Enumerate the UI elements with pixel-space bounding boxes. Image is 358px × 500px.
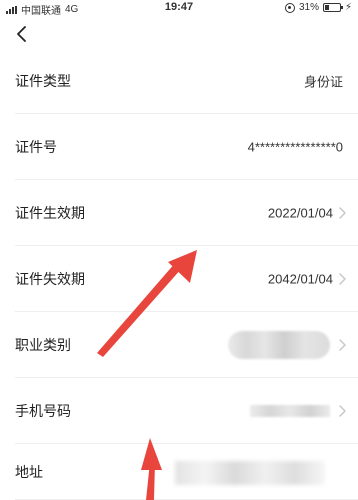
address-value-redacted	[175, 461, 325, 485]
chevron-right-icon	[339, 405, 346, 417]
id-type-label: 证件类型	[15, 73, 71, 89]
id-type-value: 身份证	[303, 74, 343, 90]
id-valid-from-value: 2022/01/04	[267, 205, 333, 221]
id-number-label: 证件号	[15, 139, 57, 155]
battery-percent: 31%	[298, 2, 319, 13]
row-phone-number[interactable]: 手机号码	[0, 378, 358, 444]
row-id-type: 证件类型 身份证	[0, 48, 358, 114]
row-id-number: 证件号 4****************0	[0, 114, 358, 180]
phone-number-value-redacted	[250, 405, 330, 417]
back-button[interactable]	[10, 22, 34, 46]
occupation-value-redacted	[228, 331, 330, 359]
chevron-right-icon	[339, 273, 346, 285]
chevron-right-icon	[339, 339, 346, 351]
chevron-right-icon	[339, 207, 346, 219]
id-valid-from-label: 证件生效期	[15, 205, 85, 221]
id-valid-until-label: 证件失效期	[15, 271, 85, 287]
battery-icon	[322, 3, 343, 12]
rotation-lock-icon	[284, 2, 295, 13]
chevron-left-icon	[17, 26, 26, 42]
row-occupation[interactable]: 职业类别	[0, 312, 358, 378]
row-id-valid-from[interactable]: 证件生效期 2022/01/04	[0, 180, 358, 246]
phone-number-label: 手机号码	[15, 403, 71, 419]
status-bar: 中国联通 4G 19:47 31% ⚡	[0, 0, 358, 17]
charging-bolt-icon: ⚡	[344, 2, 352, 13]
id-number-value: 4****************0	[247, 139, 343, 155]
occupation-label: 职业类别	[15, 337, 71, 353]
status-bar-right: 31% ⚡	[284, 2, 352, 13]
row-id-valid-until[interactable]: 证件失效期 2042/01/04	[0, 246, 358, 312]
id-valid-until-value: 2042/01/04	[267, 271, 333, 287]
address-label: 地址	[15, 464, 43, 480]
